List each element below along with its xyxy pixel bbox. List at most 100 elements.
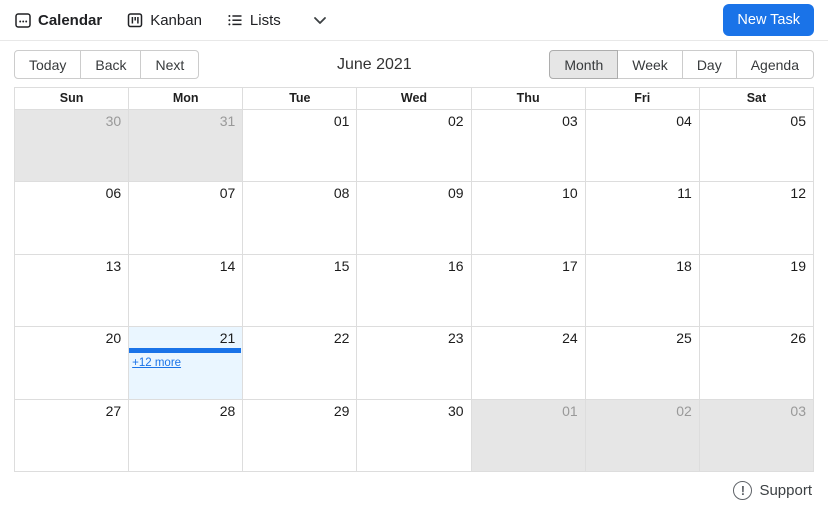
back-button[interactable]: Back xyxy=(80,50,142,79)
calendar-cell-14[interactable]: 14 xyxy=(128,254,243,327)
date-nav-group: Today Back Next xyxy=(14,50,200,79)
date-label: 03 xyxy=(562,113,578,129)
calendar-cell-02[interactable]: 02 xyxy=(356,110,471,182)
calendar-cell-24[interactable]: 24 xyxy=(470,327,585,399)
date-label: 21 xyxy=(219,330,236,347)
view-buttons-group: Month Week Day Agenda xyxy=(549,50,814,79)
calendar-cell-18[interactable]: 18 xyxy=(584,254,699,327)
date-label: 05 xyxy=(790,113,806,129)
show-more-link[interactable]: +12 more xyxy=(132,357,181,369)
date-label: 03 xyxy=(790,402,806,419)
calendar-cell-28[interactable]: 28 xyxy=(128,399,243,472)
kanban-icon xyxy=(126,11,144,29)
calendar-cell-16[interactable]: 16 xyxy=(356,254,471,327)
calendar-cell-25[interactable]: 25 xyxy=(584,327,699,399)
date-label: 16 xyxy=(447,257,464,274)
view-button-agenda[interactable]: Agenda xyxy=(735,50,814,79)
lists-icon xyxy=(226,11,244,29)
calendar-cell-08[interactable]: 08 xyxy=(242,182,357,254)
calendar-cell-13[interactable]: 13 xyxy=(15,254,129,327)
month-grid: 30 31 01 02 03 04 05 06 07 08 09 10 11 12 13 14 15 16 17 18… xyxy=(15,110,813,472)
calendar-cell-19[interactable]: 19 xyxy=(698,254,813,327)
calendar-cell-30[interactable]: 30 xyxy=(15,110,129,182)
week-row: 06 07 08 09 10 11 12 xyxy=(15,182,813,255)
date-label: 12 xyxy=(790,185,806,202)
date-label: 26 xyxy=(790,330,806,347)
calendar-cell-05[interactable]: 05 xyxy=(698,110,813,182)
nav-item-lists[interactable]: Lists xyxy=(226,11,281,29)
date-label: 08 xyxy=(333,185,350,202)
calendar-cell-29[interactable]: 29 xyxy=(242,399,357,472)
week-row: 27 28 29 30 01 02 03 xyxy=(15,399,813,472)
month-view: Sun Mon Tue Wed Thu Fri Sat 30 31 01 02 03 04 05 06 07… xyxy=(14,87,814,472)
calendar-cell-03[interactable]: 03 xyxy=(698,399,813,472)
day-header-row: Sun Mon Tue Wed Thu Fri Sat xyxy=(15,88,813,110)
calendar-cell-26[interactable]: 26 xyxy=(698,327,813,399)
calendar-cell-17[interactable]: 17 xyxy=(470,254,585,327)
nav-item-calendar[interactable]: Calendar xyxy=(14,11,102,29)
date-label: 31 xyxy=(219,113,236,129)
date-label: 29 xyxy=(333,402,350,419)
view-button-week[interactable]: Week xyxy=(617,50,683,79)
top-navigation: Calendar Kanban Lists New Task xyxy=(0,0,828,41)
date-label: 30 xyxy=(105,113,122,129)
support-label[interactable]: Support xyxy=(759,482,812,499)
view-button-month[interactable]: Month xyxy=(549,50,619,79)
day-header-tue: Tue xyxy=(242,88,356,109)
date-label: 25 xyxy=(676,330,692,347)
day-header-wed: Wed xyxy=(356,88,470,109)
calendar-cell-31[interactable]: 31 xyxy=(128,110,243,182)
calendar-cell-09[interactable]: 09 xyxy=(356,182,471,254)
footer: ! Support xyxy=(0,472,828,500)
day-header-thu: Thu xyxy=(470,88,585,109)
date-label: 28 xyxy=(219,402,236,419)
date-label: 20 xyxy=(105,330,122,347)
calendar-icon xyxy=(14,11,32,29)
view-button-day[interactable]: Day xyxy=(681,50,737,79)
support-exclamation-icon[interactable]: ! xyxy=(733,481,753,500)
calendar-cell-12[interactable]: 12 xyxy=(698,182,813,254)
date-label: 27 xyxy=(105,402,122,419)
calendar-cell-02[interactable]: 02 xyxy=(584,399,699,472)
day-header-mon: Mon xyxy=(128,88,242,109)
calendar-cell-23[interactable]: 23 xyxy=(356,327,471,399)
calendar-cell-15[interactable]: 15 xyxy=(242,254,357,327)
calendar-toolbar: Today Back Next June 2021 Month Week Day… xyxy=(14,50,814,79)
nav-item-label: Lists xyxy=(249,11,281,29)
chevron-down-icon[interactable] xyxy=(313,16,327,25)
nav-item-label: Kanban xyxy=(150,11,202,29)
calendar-cell-10[interactable]: 10 xyxy=(470,182,585,254)
date-label: 11 xyxy=(677,185,692,202)
calendar-cell-07[interactable]: 07 xyxy=(128,182,243,254)
calendar-cell-22[interactable]: 22 xyxy=(242,327,357,399)
week-row: 30 31 01 02 03 04 05 xyxy=(15,110,813,183)
calendar-cell-27[interactable]: 27 xyxy=(15,399,129,472)
calendar-cell-30[interactable]: 30 xyxy=(356,399,471,472)
calendar-cell-01[interactable]: 01 xyxy=(470,399,585,472)
date-label: 23 xyxy=(447,330,464,347)
calendar-cell-01[interactable]: 01 xyxy=(242,110,357,182)
calendar-cell-03[interactable]: 03 xyxy=(470,110,585,182)
date-label: 19 xyxy=(790,257,806,274)
day-header-fri: Fri xyxy=(584,88,699,109)
day-header-sun: Sun xyxy=(59,91,84,105)
today-button[interactable]: Today xyxy=(14,50,82,79)
nav-item-kanban[interactable]: Kanban xyxy=(126,11,202,29)
event-bar[interactable] xyxy=(129,348,242,354)
next-button[interactable]: Next xyxy=(140,50,200,79)
month-title: June 2021 xyxy=(336,55,412,73)
date-label: 24 xyxy=(562,330,578,347)
calendar-cell-04[interactable]: 04 xyxy=(584,110,699,182)
date-label: 04 xyxy=(676,113,692,129)
date-label: 01 xyxy=(562,402,578,419)
new-task-button[interactable]: New Task xyxy=(723,4,814,36)
date-label: 01 xyxy=(333,113,350,129)
calendar-cell-06[interactable]: 06 xyxy=(15,182,129,254)
calendar-cell-11[interactable]: 11 xyxy=(584,182,699,254)
date-label: 18 xyxy=(676,257,692,274)
calendar-cell-20[interactable]: 20 xyxy=(15,327,129,399)
nav-item-label: Calendar xyxy=(38,11,103,29)
date-label: 10 xyxy=(562,185,578,202)
view-switcher: Calendar Kanban Lists xyxy=(14,11,327,29)
calendar-cell-21[interactable]: 21 +12 more xyxy=(128,327,243,399)
